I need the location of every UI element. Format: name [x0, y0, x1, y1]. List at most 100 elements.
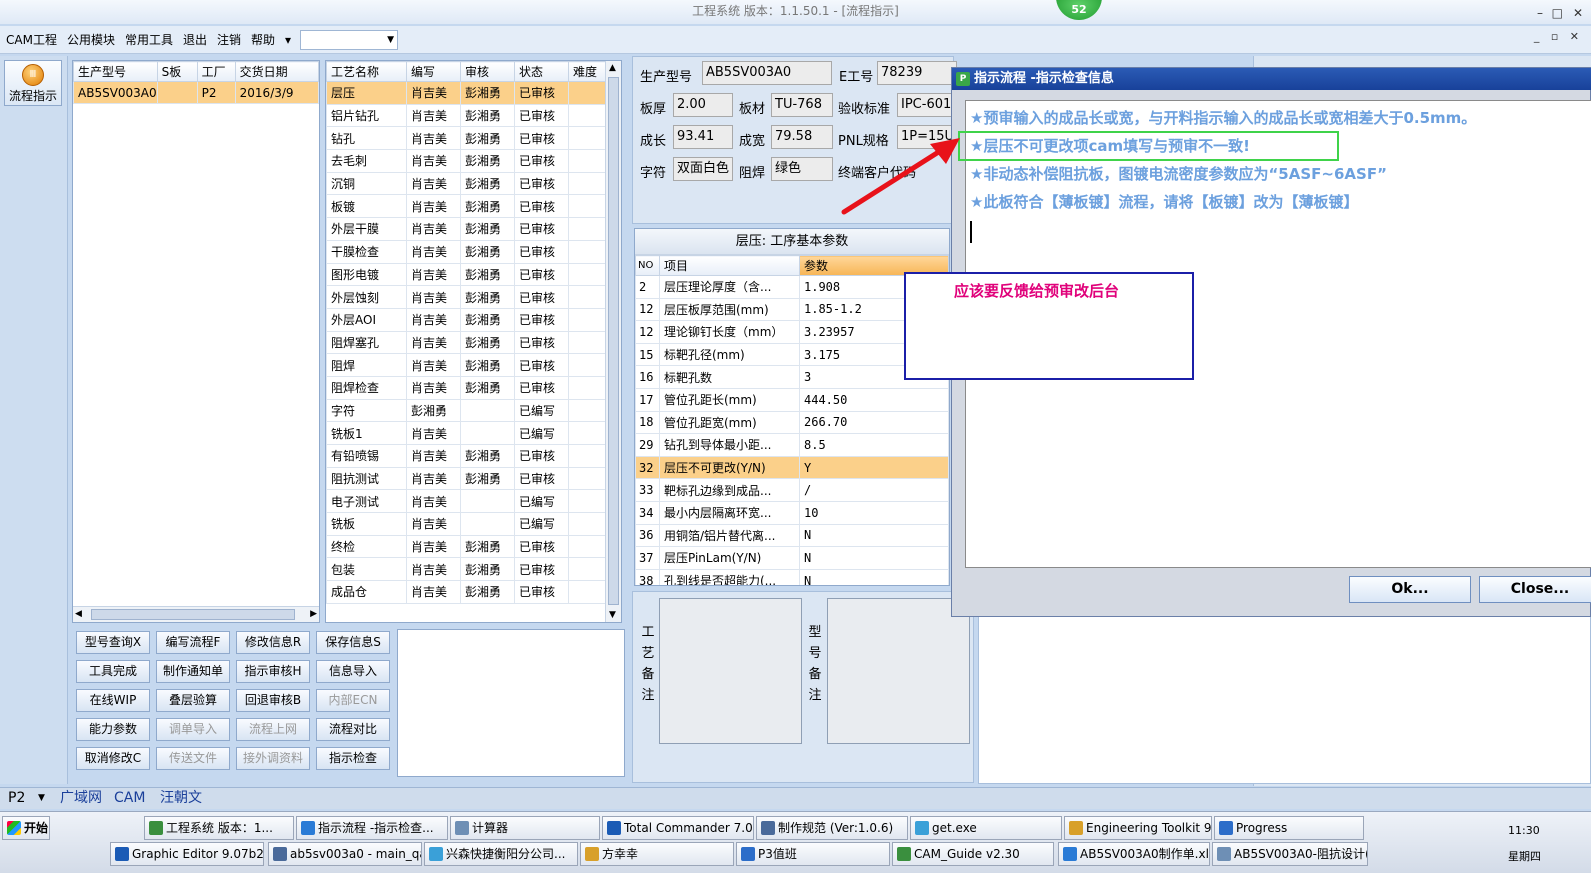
minimize-button[interactable]: –	[1537, 2, 1543, 24]
table-row[interactable]: 沉铜 肖吉美 彭湘勇 已审核	[326, 171, 621, 196]
action-button[interactable]: 流程对比	[316, 718, 390, 741]
action-button[interactable]: 在线WIP	[76, 689, 150, 712]
chevron-down-icon[interactable]: ▼	[38, 788, 45, 809]
table-row[interactable]: 包装 肖吉美 彭湘勇 已审核	[326, 557, 621, 582]
flow-instruction-button[interactable]: Ⅲ 流程指示	[4, 60, 62, 106]
table-row[interactable]: 电子测试 肖吉美 已编写	[326, 489, 621, 514]
taskbar-item[interactable]: AB5SV003A0-阻抗设计(...	[1212, 842, 1368, 866]
table-row[interactable]: 阻焊检查 肖吉美 彭湘勇 已审核	[326, 375, 621, 400]
action-button[interactable]: 传送文件	[156, 747, 230, 770]
table-row[interactable]: 外层蚀刻 肖吉美 彭湘勇 已审核	[326, 285, 621, 309]
close-dialog-button[interactable]: Close...	[1479, 576, 1591, 603]
table-row[interactable]: 阻抗测试 肖吉美 彭湘勇 已审核	[326, 466, 621, 491]
table-row[interactable]: 2 层压理论厚度（含... 1.908	[635, 275, 949, 299]
col-item[interactable]: 项目	[659, 255, 800, 276]
col-no[interactable]: NO	[635, 255, 660, 276]
table-row[interactable]: 12 理论铆钉长度（mm） 3.23957	[635, 320, 949, 344]
table-row[interactable]: AB5SV003A0 P2 2016/3/9	[73, 81, 319, 104]
close-button[interactable]: ✕	[1573, 2, 1583, 24]
taskbar-item[interactable]: 工程系统 版本：1...	[144, 816, 294, 840]
table-row[interactable]: 34 最小内层隔离环宽... 10	[635, 500, 949, 525]
menu-help[interactable]: 帮助	[246, 26, 280, 54]
table-row[interactable]: 36 用铜箔/铝片替代离... N	[635, 523, 949, 548]
taskbar-item[interactable]: AB5SV003A0制作单.xls ...	[1058, 842, 1210, 866]
col-process[interactable]: 工艺名称	[326, 61, 407, 82]
width-field[interactable]: 79.58	[771, 125, 833, 149]
table-row[interactable]: 去毛刺 肖吉美 彭湘勇 已审核	[326, 149, 621, 173]
table-row[interactable]: 阻焊 肖吉美 彭湘勇 已审核	[326, 353, 621, 377]
col-writer[interactable]: 编写	[406, 61, 461, 82]
table-row[interactable]: 外层AOI 肖吉美 彭湘勇 已审核	[326, 307, 621, 332]
table-row[interactable]: 33 靶标孔边缘到成品... /	[635, 478, 949, 502]
table-row[interactable]: 铣板 肖吉美 已编写	[326, 512, 621, 536]
table-row[interactable]: 有铅喷锡 肖吉美 彭湘勇 已审核	[326, 444, 621, 468]
model-remarks-field[interactable]	[827, 598, 970, 744]
action-button[interactable]: 接外调资料	[236, 747, 310, 770]
action-button[interactable]: 流程上网	[236, 718, 310, 741]
model-grid-hscrollbar[interactable]: ◀ ▶	[73, 606, 319, 622]
action-button[interactable]: 制作通知单	[156, 660, 230, 683]
taskbar-item[interactable]: Progress	[1214, 816, 1364, 840]
thickness-field[interactable]: 2.00	[673, 93, 733, 117]
menu-logout[interactable]: 注销	[212, 26, 246, 54]
standard-field[interactable]: IPC-601	[897, 93, 957, 117]
mdi-controls[interactable]: _ ▫ ✕	[1534, 30, 1583, 43]
table-row[interactable]: 17 管位孔距长(mm) 444.50	[635, 387, 949, 412]
table-row[interactable]: 层压 肖吉美 彭湘勇 已审核	[326, 81, 621, 105]
start-button[interactable]: 开始	[2, 816, 50, 840]
menu-tools[interactable]: 常用工具	[120, 26, 178, 54]
action-button[interactable]: 调单导入	[156, 718, 230, 741]
taskbar-item[interactable]: P3值班	[736, 842, 890, 866]
table-row[interactable]: 12 层压板厚范围(mm) 1.85-1.2	[635, 297, 949, 322]
maximize-button[interactable]: □	[1552, 2, 1563, 24]
mask-field[interactable]: 绿色	[771, 157, 833, 181]
table-row[interactable]: 29 钻孔到导体最小距... 8.5	[635, 433, 949, 457]
action-button[interactable]: 修改信息R	[236, 631, 310, 654]
action-button[interactable]: 回退审核B	[236, 689, 310, 712]
model-field[interactable]: AB5SV003A0	[702, 61, 832, 85]
menu-exit[interactable]: 退出	[178, 26, 212, 54]
scroll-down-icon[interactable]: ▼	[609, 610, 616, 620]
scroll-thumb[interactable]	[91, 609, 295, 620]
action-button[interactable]: 叠层验算	[156, 689, 230, 712]
action-button[interactable]: 指示检查	[316, 747, 390, 770]
table-row[interactable]: 铣板1 肖吉美 已编写	[326, 421, 621, 445]
col-status[interactable]: 状态	[514, 61, 569, 82]
action-button[interactable]: 型号查询X	[76, 631, 150, 654]
col-factory[interactable]: 工厂	[196, 61, 236, 82]
taskbar-item[interactable]: CAM_Guide v2.30	[892, 842, 1054, 866]
taskbar-item[interactable]: get.exe	[910, 816, 1062, 840]
taskbar-item[interactable]: 指示流程 -指示检查...	[296, 816, 448, 840]
table-row[interactable]: 铝片钻孔 肖吉美 彭湘勇 已审核	[326, 103, 621, 128]
table-row[interactable]: 32 层压不可更改(Y/N) Y	[635, 455, 949, 480]
table-row[interactable]: 38 孔到线是否超能力(... N	[635, 568, 949, 585]
col-model[interactable]: 生产型号	[73, 61, 158, 82]
scroll-thumb[interactable]	[608, 77, 619, 605]
action-button[interactable]: 信息导入	[316, 660, 390, 683]
scroll-left-icon[interactable]: ◀	[75, 609, 82, 619]
help-dropdown-icon[interactable]: ▾	[280, 26, 296, 54]
taskbar-item[interactable]: Graphic Editor 9.07b2 (0...	[110, 842, 264, 866]
taskbar-item[interactable]: 制作规范 (Ver:1.0.6)	[756, 816, 908, 840]
process-remarks-field[interactable]	[659, 598, 802, 744]
material-field[interactable]: TU-768	[771, 93, 833, 117]
ok-button[interactable]: Ok...	[1349, 576, 1471, 603]
table-row[interactable]: 15 标靶孔径(mm) 3.175	[635, 342, 949, 367]
table-row[interactable]: 终检 肖吉美 彭湘勇 已审核	[326, 534, 621, 559]
eno-field[interactable]: 78239	[877, 61, 957, 85]
scroll-up-icon[interactable]: ▲	[609, 63, 616, 73]
action-button[interactable]: 内部ECN	[316, 689, 390, 712]
table-row[interactable]: 字符 彭湘勇 已编写	[326, 398, 621, 423]
table-row[interactable]: 钻孔 肖吉美 彭湘勇 已审核	[326, 126, 621, 151]
scroll-right-icon[interactable]: ▶	[310, 609, 317, 619]
char-field[interactable]: 双面白色	[673, 157, 733, 181]
col-date[interactable]: 交货日期	[234, 61, 319, 82]
table-row[interactable]: 外层干膜 肖吉美 彭湘勇 已审核	[326, 217, 621, 241]
menu-cam[interactable]: CAM工程	[0, 26, 62, 54]
table-row[interactable]: 37 层压PinLam(Y/N) N	[635, 546, 949, 570]
taskbar-item[interactable]: Total Commander 7.0 p...	[602, 816, 754, 840]
col-s[interactable]: S板	[156, 61, 198, 82]
action-button[interactable]: 保存信息S	[316, 631, 390, 654]
action-button[interactable]: 能力参数	[76, 718, 150, 741]
table-row[interactable]: 18 管位孔距宽(mm) 266.70	[635, 410, 949, 435]
